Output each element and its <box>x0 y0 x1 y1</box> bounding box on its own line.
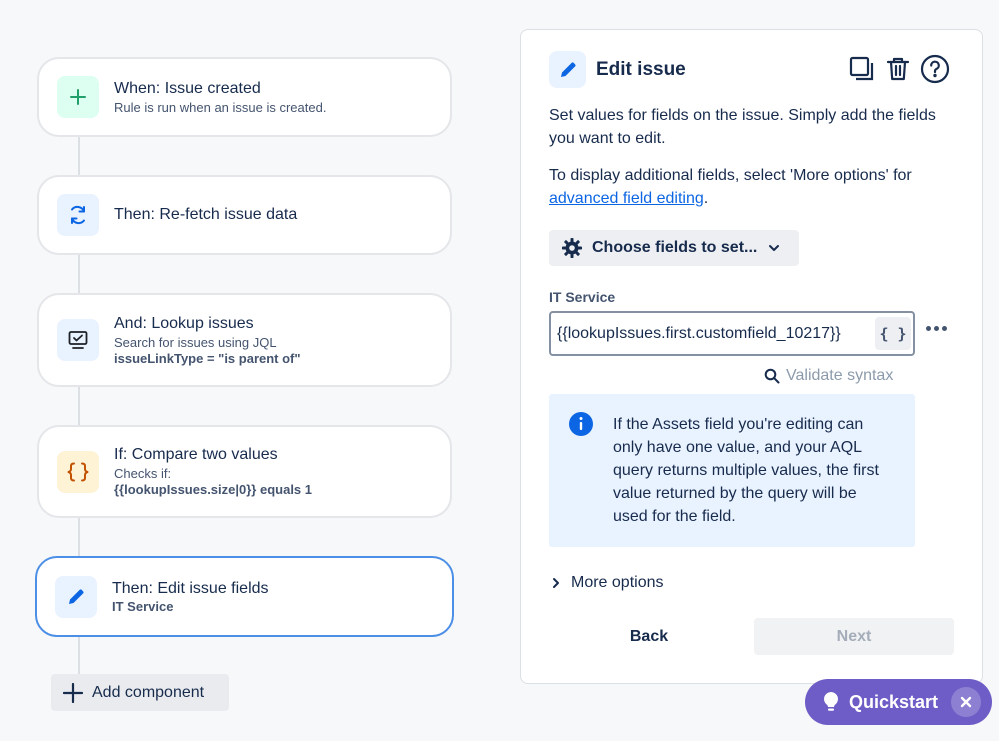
monitor-icon <box>57 319 99 361</box>
description-text: To display additional fields, select 'Mo… <box>549 167 912 184</box>
connector-line <box>78 637 80 674</box>
trash-icon[interactable] <box>884 55 912 83</box>
next-button[interactable]: Next <box>754 618 954 655</box>
plus-icon <box>57 76 99 118</box>
info-message: If the Assets field you're editing can o… <box>549 394 915 547</box>
it-service-input[interactable]: {{lookupIssues.first.customfield_10217}}… <box>549 311 915 356</box>
refresh-icon <box>57 194 99 236</box>
quickstart-label: Quickstart <box>849 691 939 712</box>
rule-step-refetch[interactable]: Then: Re-fetch issue data <box>37 175 452 255</box>
rule-step-trigger[interactable]: When: Issue created Rule is run when an … <box>37 57 452 137</box>
panel-header: Edit issue <box>549 51 686 88</box>
panel-description-advanced: To display additional fields, select 'Mo… <box>549 164 949 210</box>
validate-syntax-label: Validate syntax <box>786 367 894 384</box>
smart-value-button[interactable]: { } <box>875 317 911 350</box>
choose-fields-button[interactable]: Choose fields to set... <box>549 230 799 266</box>
step-detail: IT Service <box>112 598 174 614</box>
info-text: If the Assets field you're editing can o… <box>613 416 879 525</box>
panel-title: Edit issue <box>596 58 686 80</box>
connector-line <box>78 387 80 425</box>
quickstart-button[interactable]: Quickstart <box>805 679 992 725</box>
add-component-label: Add component <box>92 683 205 701</box>
curly-braces-icon <box>57 450 99 493</box>
chevron-down-icon <box>768 242 780 254</box>
step-description: Checks if: <box>114 466 172 481</box>
search-icon <box>764 368 780 384</box>
advanced-field-editing-link[interactable]: advanced field editing <box>549 190 704 207</box>
lightbulb-icon <box>822 691 840 713</box>
step-detail: {{lookupIssues.size|0}} equals 1 <box>114 482 313 497</box>
step-title: And: Lookup issues <box>114 314 254 332</box>
more-options-toggle[interactable]: More options <box>551 574 664 592</box>
pencil-icon <box>55 575 97 618</box>
gear-icon <box>561 237 583 259</box>
connector-line <box>78 518 80 556</box>
step-detail: issueLinkType = "is parent of" <box>114 350 301 366</box>
connector-line <box>78 255 80 293</box>
step-title: Then: Re-fetch issue data <box>114 206 298 223</box>
panel-description: Set values for fields on the issue. Simp… <box>549 107 936 147</box>
add-component-button[interactable]: Add component <box>51 674 229 711</box>
rule-step-condition[interactable]: If: Compare two values Checks if: {{look… <box>37 425 452 518</box>
back-button[interactable]: Back <box>549 618 749 655</box>
step-title: Then: Edit issue fields <box>112 579 269 597</box>
more-options-label: More options <box>571 574 664 591</box>
edit-issue-panel: Edit issue Set values for fields on the … <box>520 29 983 684</box>
plus-icon <box>63 682 83 703</box>
help-icon[interactable] <box>920 54 950 84</box>
chevron-right-icon <box>551 577 561 589</box>
info-icon <box>569 412 593 441</box>
more-actions-icon[interactable] <box>924 320 948 336</box>
step-title: If: Compare two values <box>114 446 278 463</box>
rule-step-edit-issue[interactable]: Then: Edit issue fields IT Service <box>35 556 454 637</box>
validate-syntax-button[interactable]: Validate syntax <box>764 367 893 385</box>
duplicate-icon[interactable] <box>848 55 876 83</box>
pencil-icon <box>549 51 586 88</box>
it-service-label: IT Service <box>549 289 616 305</box>
panel-actions <box>848 54 950 84</box>
rule-step-lookup[interactable]: And: Lookup issues Search for issues usi… <box>37 293 452 387</box>
step-description: Rule is run when an issue is created. <box>114 99 327 115</box>
it-service-value: {{lookupIssues.first.customfield_10217}} <box>557 324 841 342</box>
description-period: . <box>703 190 709 207</box>
step-title: When: Issue created <box>114 79 261 97</box>
choose-fields-label: Choose fields to set... <box>592 239 758 256</box>
connector-line <box>78 137 80 175</box>
step-description: Search for issues using JQL <box>114 334 277 350</box>
close-icon[interactable] <box>951 687 981 717</box>
